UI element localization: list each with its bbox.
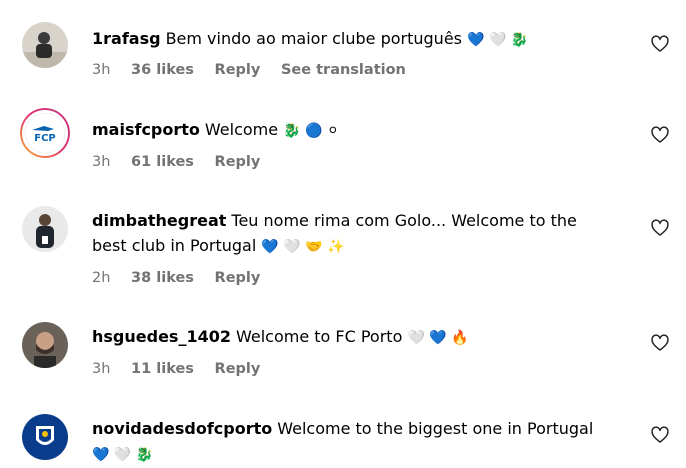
comment-text: Welcome to the biggest one in Portugal xyxy=(277,419,594,438)
reply-button[interactable]: Reply xyxy=(215,62,261,78)
comment-body: hsguedes_1402 Welcome to FC Porto 🤍 💙 🔥 xyxy=(92,324,602,351)
like-heart-icon[interactable] xyxy=(650,218,670,238)
comment-emojis: 🤍 💙 🔥 xyxy=(407,330,469,346)
reply-button[interactable]: Reply xyxy=(215,361,261,377)
avatar[interactable] xyxy=(22,206,68,252)
avatar-image xyxy=(22,206,68,252)
comment-likes[interactable]: 61 likes xyxy=(131,154,194,170)
comment-body: novidadesdofcporto Welcome to the biggest… xyxy=(92,416,602,468)
comment-meta: 3h 61 likes Reply xyxy=(92,154,276,170)
comment-username[interactable]: novidadesdofcporto xyxy=(92,419,272,438)
comment-emojis: 🐉 🔵 ⚪ xyxy=(283,123,339,139)
avatar-image xyxy=(22,22,68,68)
like-heart-icon[interactable] xyxy=(650,125,670,145)
avatar[interactable]: FCP xyxy=(20,108,70,158)
comment-body: dimbathegreat Teu nome rima com Golo... W… xyxy=(92,208,602,260)
comment-likes[interactable]: 38 likes xyxy=(131,270,194,286)
like-heart-icon[interactable] xyxy=(650,34,670,54)
see-translation-button[interactable]: See translation xyxy=(281,62,406,78)
reply-button[interactable]: Reply xyxy=(215,154,261,170)
comment-body: 1rafasg Bem vindo ao maior clube portuguê… xyxy=(92,26,602,53)
fc-porto-crest-avatar xyxy=(22,414,68,460)
fcp-logo-avatar: FCP xyxy=(20,108,70,158)
like-heart-icon[interactable] xyxy=(650,333,670,353)
comment-emojis: 💙 🤍 🐉 xyxy=(467,32,529,48)
comment-likes[interactable]: 36 likes xyxy=(131,62,194,78)
svg-text:FCP: FCP xyxy=(34,133,56,144)
comment-username[interactable]: hsguedes_1402 xyxy=(92,327,231,346)
comment-username[interactable]: 1rafasg xyxy=(92,29,161,48)
comment-time: 2h xyxy=(92,270,111,286)
avatar[interactable] xyxy=(22,22,68,68)
comment-time: 3h xyxy=(92,62,111,78)
avatar[interactable] xyxy=(22,322,68,368)
comment-emojis: 💙 🤍 🤝 ✨ xyxy=(261,239,345,255)
comment-body: maisfcporto Welcome 🐉 🔵 ⚪ xyxy=(92,117,602,144)
comment-text: Welcome xyxy=(204,120,279,139)
comment-likes[interactable]: 11 likes xyxy=(131,361,194,377)
avatar[interactable] xyxy=(22,414,68,460)
comment-emojis: 💙 🤍 🐉 xyxy=(92,447,154,463)
comment-meta: 2h 38 likes Reply xyxy=(92,270,276,286)
comment-meta: 3h 36 likes Reply See translation xyxy=(92,62,406,78)
comment-meta: 3h 11 likes Reply xyxy=(92,361,276,377)
avatar-image xyxy=(22,322,68,368)
comment-username[interactable]: dimbathegreat xyxy=(92,211,226,230)
like-heart-icon[interactable] xyxy=(650,425,670,445)
comment-time: 3h xyxy=(92,361,111,377)
comment-time: 3h xyxy=(92,154,111,170)
comment-text: Welcome to FC Porto xyxy=(235,327,403,346)
reply-button[interactable]: Reply xyxy=(215,270,261,286)
comment-username[interactable]: maisfcporto xyxy=(92,120,200,139)
comment-text: Bem vindo ao maior clube português xyxy=(165,29,462,48)
